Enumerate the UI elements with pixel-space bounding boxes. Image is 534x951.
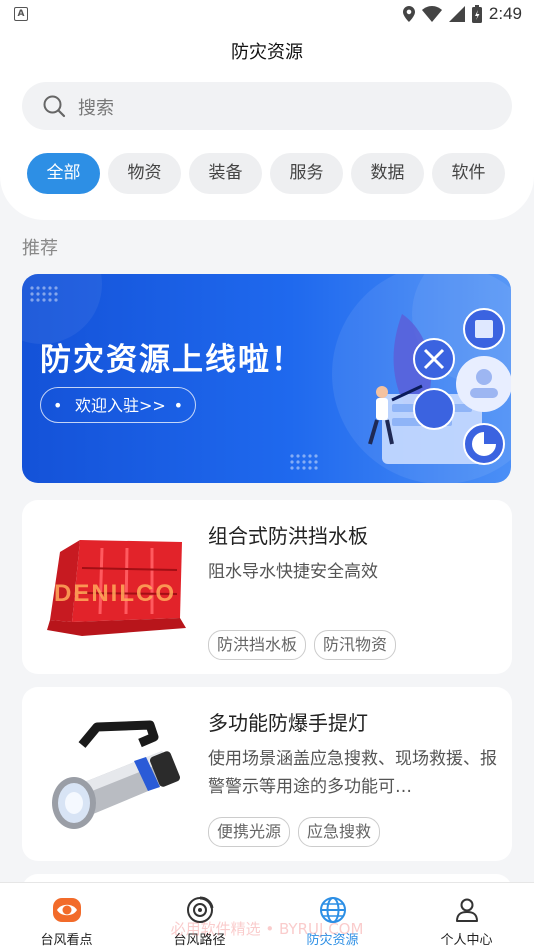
- category-chip-supplies[interactable]: 物资: [108, 153, 181, 194]
- watermark-text: 必用软件精选 • BYRUJ.COM: [170, 920, 364, 938]
- category-chip-services[interactable]: 服务: [270, 153, 343, 194]
- resource-card[interactable]: DENILCO 组合式防洪挡水板 阻水导水快捷安全高效 防洪挡水板 防汛物资: [22, 500, 512, 674]
- clock: 2:49: [488, 4, 522, 23]
- section-title: 推荐: [22, 238, 58, 259]
- resource-card[interactable]: 多功能防爆手提灯 使用场景涵盖应急搜救、现场救援、报警警示等用途的多功能可… 便…: [22, 687, 512, 861]
- signal-icon: [448, 6, 465, 22]
- bottom-tab-bar: 台风看点 台风路径 防灾资源 个人中心: [0, 882, 534, 951]
- tab-typhoon-path[interactable]: 台风路径: [133, 883, 266, 951]
- category-chip-software[interactable]: 软件: [432, 153, 505, 194]
- status-icons: 2:49: [402, 4, 522, 24]
- category-chip-data[interactable]: 数据: [351, 153, 424, 194]
- top-panel: 防灾资源 搜索 全部 物资 装备 服务 数据 软件: [0, 30, 534, 220]
- card-description: 阻水导水快捷安全高效: [208, 562, 378, 582]
- image-watermark: DENILCO: [54, 580, 176, 607]
- search-input[interactable]: 搜索: [78, 94, 114, 120]
- tag: 防洪挡水板: [208, 630, 307, 660]
- page-title: 防灾资源: [231, 42, 303, 63]
- tag: 防汛物资: [314, 630, 397, 660]
- location-icon: [402, 6, 415, 22]
- card-description: 使用场景涵盖应急搜救、现场救援、报警警示等用途的多功能可…: [208, 749, 497, 797]
- card-tags: 便携光源 应急搜救: [208, 817, 381, 847]
- card-title: 组合式防洪挡水板: [208, 524, 368, 548]
- banner-join-button[interactable]: 欢迎入驻>>: [40, 387, 196, 424]
- card-tags: 防洪挡水板 防汛物资: [208, 630, 397, 660]
- notification-icon: A: [14, 7, 28, 21]
- category-chips: 全部 物资 装备 服务 数据 软件: [27, 153, 505, 194]
- category-chip-equipment[interactable]: 装备: [189, 153, 262, 194]
- battery-icon: [471, 5, 482, 23]
- card-title: 多功能防爆手提灯: [208, 711, 368, 735]
- promo-banner[interactable]: 防灾资源上线啦！ 欢迎入驻>>: [22, 274, 511, 483]
- banner-title: 防灾资源上线啦！: [40, 342, 304, 378]
- tag: 应急搜救: [298, 817, 381, 847]
- tab-typhoon-highlights[interactable]: 台风看点: [0, 883, 133, 951]
- category-chip-all[interactable]: 全部: [27, 153, 100, 194]
- tag: 便携光源: [208, 817, 291, 847]
- search-icon: [43, 95, 66, 118]
- tab-disaster-resources[interactable]: 防灾资源: [266, 883, 399, 951]
- wifi-icon: [421, 6, 442, 22]
- status-bar: A 2:49: [0, 0, 534, 30]
- search-bar[interactable]: 搜索: [22, 82, 512, 130]
- lamp-image: [52, 720, 180, 829]
- tab-profile[interactable]: 个人中心: [400, 883, 533, 951]
